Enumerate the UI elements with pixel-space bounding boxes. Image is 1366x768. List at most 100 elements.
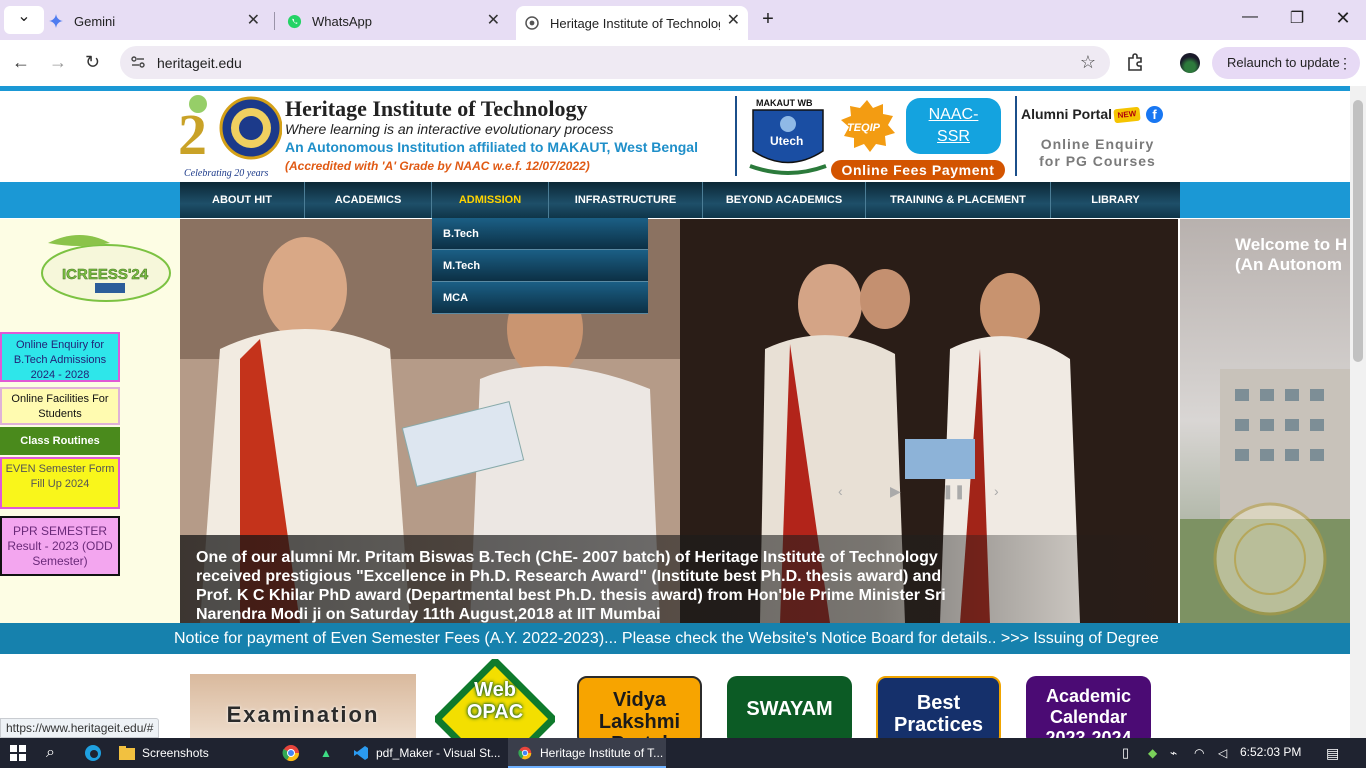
svg-text:2: 2 [178, 102, 207, 167]
taskbar-heritage[interactable]: Heritage Institute of T... [508, 738, 666, 768]
facebook-icon[interactable]: f [1146, 106, 1163, 123]
new-tab-button[interactable]: + [748, 8, 788, 31]
swayam-tile[interactable]: SWAYAM [727, 676, 852, 738]
slide-caption-text: One of our alumni Mr. Pritam Biswas B.Te… [196, 549, 946, 623]
edge-icon[interactable] [84, 738, 102, 768]
battery-icon[interactable]: ▯ [1122, 738, 1129, 768]
windows-taskbar: ⌕ Screenshots ▲ pdf_Maker - Visual St...… [0, 738, 1366, 768]
slide-caption: One of our alumni Mr. Pritam Biswas B.Te… [180, 535, 1178, 623]
online-fees-payment-button[interactable]: Online Fees Payment [831, 160, 1005, 180]
ppr-semester-result-button[interactable]: PPR SEMESTER Result - 2023 (ODD Semester… [0, 516, 120, 576]
taskbar-label: Screenshots [142, 746, 209, 760]
address-bar[interactable]: heritageit.edu ☆ [120, 46, 1110, 79]
tab-whatsapp[interactable]: WhatsApp ✕ [286, 6, 508, 36]
top-accent-bar [0, 86, 1350, 91]
header-divider [1015, 96, 1017, 176]
accreditation-text: (Accredited with 'A' Grade by NAAC w.e.f… [285, 159, 590, 173]
slider-play-icon[interactable]: ▶ [890, 483, 901, 500]
browser-toolbar: ← → ↻ heritageit.edu ☆ Relaunch to updat… [0, 40, 1366, 86]
menu-dots-icon[interactable]: ⋮ [1338, 47, 1352, 79]
academic-calendar-tile[interactable]: Academic Calendar 2023-2024 [1026, 676, 1151, 738]
nav-about-hit[interactable]: ABOUT HIT [180, 182, 305, 218]
tab-title: Gemini [74, 13, 116, 29]
hit-logo[interactable]: 2 Celebrating 20 years 2001-2021 [176, 94, 283, 180]
gemini-icon [48, 13, 64, 29]
naac-ssr-button[interactable]: NAAC- SSR [906, 98, 1001, 154]
class-routines-button[interactable]: Class Routines [0, 427, 120, 455]
online-facilities-button[interactable]: Online Facilities For Students [0, 387, 120, 425]
tab-title: WhatsApp [312, 13, 372, 29]
network-icon[interactable]: ⌁ [1170, 738, 1177, 768]
marquee-text: Notice for payment of Even Semester Fees… [174, 630, 1159, 647]
chrome-icon[interactable] [282, 738, 300, 768]
slider-next-icon[interactable]: › [994, 483, 999, 499]
close-window-icon[interactable]: ✕ [1323, 8, 1363, 29]
extensions-icon[interactable] [1126, 52, 1146, 77]
reload-icon[interactable]: ↻ [85, 52, 100, 73]
affiliation-text: An Autonomous Institution affiliated to … [285, 139, 698, 155]
taskbar-screenshots[interactable]: Screenshots [118, 738, 278, 768]
nav-admission[interactable]: ADMISSION [432, 182, 549, 218]
svg-text:MAKAUT WB: MAKAUT WB [756, 98, 813, 108]
minimize-icon[interactable]: — [1230, 8, 1270, 26]
nav-academics[interactable]: ACADEMICS [305, 182, 432, 218]
bookmark-star-icon[interactable]: ☆ [1080, 52, 1096, 73]
btech-admission-enquiry-button[interactable]: Online Enquiry for B.Tech Admissions 202… [0, 332, 120, 382]
search-icon[interactable]: ⌕ [46, 738, 55, 768]
slider-pause-icon[interactable]: ❚❚ [942, 483, 965, 500]
makaut-logo[interactable]: MAKAUT WB Utech [748, 96, 828, 178]
android-icon[interactable]: ▲ [320, 738, 332, 768]
right-welcome-panel: Welcome to H (An Autonom [1180, 219, 1350, 623]
tab-heritage[interactable]: Heritage Institute of Technolog ✕ [516, 6, 748, 40]
taskbar-clock[interactable]: 6:52:03 PM [1240, 745, 1301, 759]
close-icon[interactable]: ✕ [727, 12, 740, 30]
web-opac-tile[interactable]: Web OPAC [432, 656, 558, 738]
icreess-logo[interactable]: ICREESS'24 [40, 229, 172, 303]
nvidia-icon[interactable]: ◆ [1148, 738, 1157, 768]
profile-avatar[interactable] [1180, 53, 1200, 73]
scrollbar-thumb[interactable] [1353, 100, 1363, 362]
even-semester-form-button[interactable]: EVEN Semester Form Fill Up 2024 [0, 457, 120, 509]
admission-dropdown: B.Tech M.Tech MCA [432, 218, 648, 314]
nav-library[interactable]: LIBRARY [1051, 182, 1180, 218]
vscode-icon [352, 744, 370, 762]
restore-icon[interactable]: ❐ [1277, 8, 1317, 28]
nav-beyond-academics[interactable]: BEYOND ACADEMICS [703, 182, 866, 218]
teqip-logo[interactable]: TEQIP [836, 98, 898, 154]
examination-tile[interactable]: Examination [190, 674, 416, 738]
slider-prev-icon[interactable]: ‹ [838, 483, 843, 499]
relaunch-label: Relaunch to update [1227, 55, 1340, 70]
url-text: heritageit.edu [157, 55, 242, 71]
back-arrow-icon[interactable]: ← [12, 52, 30, 73]
main-nav-bar: ABOUT HIT ACADEMICS ADMISSION INFRASTRUC… [0, 182, 1350, 218]
page-scrollbar[interactable] [1350, 86, 1366, 738]
pg-enquiry-link[interactable]: Online Enquiry for PG Courses [1030, 136, 1165, 170]
nav-training-placement[interactable]: TRAINING & PLACEMENT [866, 182, 1051, 218]
tab-gemini[interactable]: Gemini ✕ [48, 6, 268, 36]
close-icon[interactable]: ✕ [487, 12, 500, 30]
notifications-icon[interactable]: ▤ [1326, 738, 1339, 768]
site-info-icon[interactable] [130, 54, 146, 75]
main-nav: ABOUT HIT ACADEMICS ADMISSION INFRASTRUC… [180, 182, 1180, 218]
alumni-portal-link[interactable]: Alumni Portal [1021, 106, 1112, 122]
relaunch-button[interactable]: Relaunch to update ⋮ [1212, 47, 1360, 79]
nav-infrastructure[interactable]: INFRASTRUCTURE [549, 182, 703, 218]
dropdown-item-mca[interactable]: MCA [432, 282, 648, 314]
web-opac-label: Web OPAC [466, 679, 524, 723]
volume-icon[interactable]: ◁ [1218, 738, 1227, 768]
taskbar-vscode[interactable]: pdf_Maker - Visual St... [352, 738, 502, 768]
wifi-icon[interactable]: ◠ [1194, 738, 1204, 768]
dropdown-item-btech[interactable]: B.Tech [432, 218, 648, 250]
forward-arrow-icon[interactable]: → [49, 52, 67, 73]
notice-marquee[interactable]: Notice for payment of Even Semester Fees… [0, 623, 1350, 654]
start-icon[interactable] [10, 738, 26, 768]
vidya-lakshmi-tile[interactable]: Vidya Lakshmi Portal [577, 676, 702, 738]
best-practices-tile[interactable]: Best Practices [876, 676, 1001, 738]
tab-search-button[interactable]: ⌄ [4, 6, 44, 34]
svg-text:Celebrating 20 years: Celebrating 20 years [184, 168, 269, 179]
header-divider [735, 96, 737, 176]
close-icon[interactable]: ✕ [247, 12, 260, 30]
browser-tab-bar: ⌄ Gemini ✕ WhatsApp ✕ Heritage Institute… [0, 0, 1366, 40]
welcome-text: Welcome to H (An Autonom [1235, 235, 1348, 274]
dropdown-item-mtech[interactable]: M.Tech [432, 250, 648, 282]
